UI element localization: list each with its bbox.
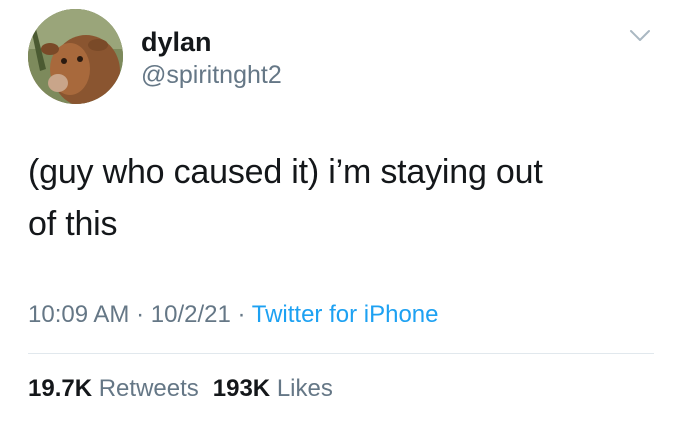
tweet-text: (guy who caused it) i’m staying out of t… xyxy=(28,146,648,250)
cow-avatar-image xyxy=(28,9,123,104)
display-name[interactable]: dylan xyxy=(141,26,212,58)
tweet-stats: 19.7K Retweets 193K Likes xyxy=(28,373,333,405)
tweet-text-line: (guy who caused it) i’m staying out xyxy=(28,153,543,191)
separator: · xyxy=(237,301,246,328)
retweets-count: 19.7K xyxy=(28,375,93,402)
chevron-down-icon[interactable] xyxy=(628,28,652,44)
separator: · xyxy=(136,301,145,328)
likes-label: Likes xyxy=(276,375,333,402)
tweet-metadata: 10:09 AM · 10/2/21 · Twitter for iPhone xyxy=(28,299,438,331)
divider xyxy=(28,353,654,354)
retweets-label: Retweets xyxy=(98,375,199,402)
likes-stat[interactable]: 193K Likes xyxy=(213,375,333,402)
avatar[interactable] xyxy=(28,9,123,104)
tweet-text-line: of this xyxy=(28,205,118,243)
tweet-source-link[interactable]: Twitter for iPhone xyxy=(252,301,439,328)
user-handle[interactable]: @spiritnght2 xyxy=(141,60,282,90)
tweet-date[interactable]: 10/2/21 xyxy=(151,301,231,328)
tweet-time[interactable]: 10:09 AM xyxy=(28,301,129,328)
likes-count: 193K xyxy=(212,375,271,402)
retweets-stat[interactable]: 19.7K Retweets xyxy=(28,375,199,402)
tweet-card: dylan @spiritnght2 (guy who caused it) i… xyxy=(0,0,680,423)
